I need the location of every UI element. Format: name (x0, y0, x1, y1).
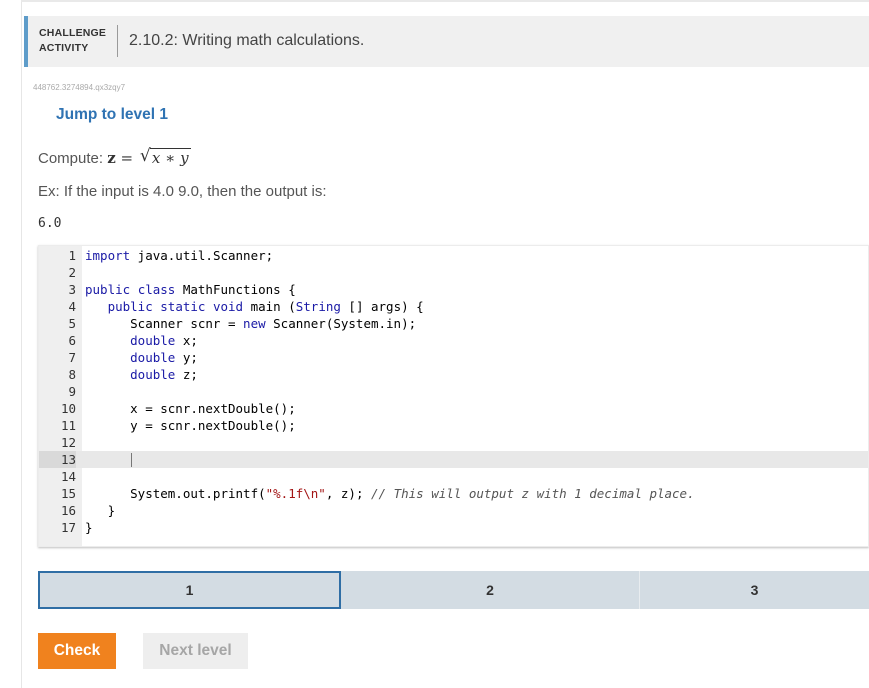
code-line[interactable]: 17} (39, 519, 868, 536)
code-text[interactable]: import java.util.Scanner; (85, 247, 273, 264)
line-number: 3 (68, 282, 76, 297)
code-line[interactable]: 6 double x; (39, 332, 868, 349)
level-1-button[interactable]: 1 (38, 571, 341, 609)
math-equals: = (120, 149, 134, 167)
line-number: 11 (60, 418, 76, 433)
code-line[interactable]: 5 Scanner scnr = new Scanner(System.in); (39, 315, 868, 332)
compute-label: Compute: (38, 150, 104, 167)
code-line[interactable]: 15 System.out.printf("%.1f\n", z); // Th… (39, 485, 868, 502)
level-2-button[interactable]: 2 (341, 571, 639, 609)
category-line-2: ACTIVITY (39, 42, 89, 54)
code-text[interactable]: double z; (85, 366, 198, 383)
code-lines[interactable]: 1 import java.util.Scanner; 2 3 public class… (39, 247, 868, 536)
line-number: 9 (68, 384, 76, 399)
expected-output: 6.0 (38, 216, 62, 231)
activity-title: 2.10.2: Writing math calculations. (129, 32, 365, 49)
top-divider (21, 0, 869, 2)
code-text[interactable]: } (85, 519, 93, 536)
code-text[interactable]: double x; (85, 332, 198, 349)
code-line[interactable]: 2 (39, 264, 868, 281)
sqrt-radicand: x ∗ y (151, 149, 189, 167)
header-divider (117, 25, 118, 57)
line-number: 17 (60, 520, 76, 535)
next-level-button: Next level (143, 633, 248, 669)
code-text[interactable]: System.out.printf("%.1f\n", z); // This … (85, 485, 694, 502)
code-text[interactable]: public static void main (String [] args)… (85, 298, 424, 315)
example-text: Ex: If the input is 4.0 9.0, then the ou… (38, 183, 327, 200)
code-line[interactable]: 1 import java.util.Scanner; (39, 247, 868, 264)
line-number: 7 (68, 350, 76, 365)
sqrt-icon: √ (139, 146, 151, 166)
check-button[interactable]: Check (38, 633, 116, 669)
category-line-1: CHALLENGE (39, 27, 107, 39)
math-expression: z = √ x ∗ y (107, 146, 191, 167)
code-line[interactable]: 10 x = scnr.nextDouble(); (39, 400, 868, 417)
activity-id: 448762.3274894.qx3zqy7 (33, 83, 126, 92)
jump-to-level-link[interactable]: Jump to level 1 (56, 106, 168, 124)
line-number: 16 (60, 503, 76, 518)
level-selector: 1 2 3 (38, 571, 869, 609)
code-line[interactable]: 11 y = scnr.nextDouble(); (39, 417, 868, 434)
activity-category: CHALLENGE ACTIVITY (39, 26, 106, 56)
code-line[interactable]: 7 double y; (39, 349, 868, 366)
line-number: 1 (68, 248, 76, 263)
text-cursor (131, 453, 132, 467)
code-line[interactable]: 14 (39, 468, 868, 485)
math-var: z (107, 149, 116, 167)
code-line[interactable]: 3 public class MathFunctions { (39, 281, 868, 298)
line-number: 14 (60, 469, 76, 484)
code-text[interactable]: Scanner scnr = new Scanner(System.in); (85, 315, 416, 332)
line-number: 10 (60, 401, 76, 416)
code-line[interactable]: 13 (39, 451, 868, 468)
code-text[interactable]: public class MathFunctions { (85, 281, 296, 298)
level-3-button[interactable]: 3 (639, 571, 869, 609)
line-number: 6 (68, 333, 76, 348)
line-number: 12 (60, 435, 76, 450)
code-line[interactable]: 12 (39, 434, 868, 451)
compute-prompt: Compute: z = √ x ∗ y (38, 146, 191, 167)
code-line[interactable]: 8 double z; (39, 366, 868, 383)
code-text[interactable]: double y; (85, 349, 198, 366)
code-line[interactable]: 9 (39, 383, 868, 400)
line-number: 5 (68, 316, 76, 331)
code-text[interactable]: y = scnr.nextDouble(); (85, 417, 296, 434)
code-text[interactable]: x = scnr.nextDouble(); (85, 400, 296, 417)
activity-header: CHALLENGE ACTIVITY 2.10.2: Writing math … (24, 16, 869, 67)
line-number: 8 (68, 367, 76, 382)
header-accent-bar (24, 16, 28, 67)
code-editor[interactable]: 1 import java.util.Scanner; 2 3 public class… (38, 245, 869, 547)
line-number: 4 (68, 299, 76, 314)
code-text[interactable]: } (85, 502, 116, 519)
line-number: 15 (60, 486, 76, 501)
code-line[interactable]: 4 public static void main (String [] arg… (39, 298, 868, 315)
code-line[interactable]: 16 } (39, 502, 868, 519)
sqrt-expression: √ x ∗ y (139, 146, 191, 167)
line-number: 13 (39, 451, 76, 468)
line-number: 2 (68, 265, 76, 280)
